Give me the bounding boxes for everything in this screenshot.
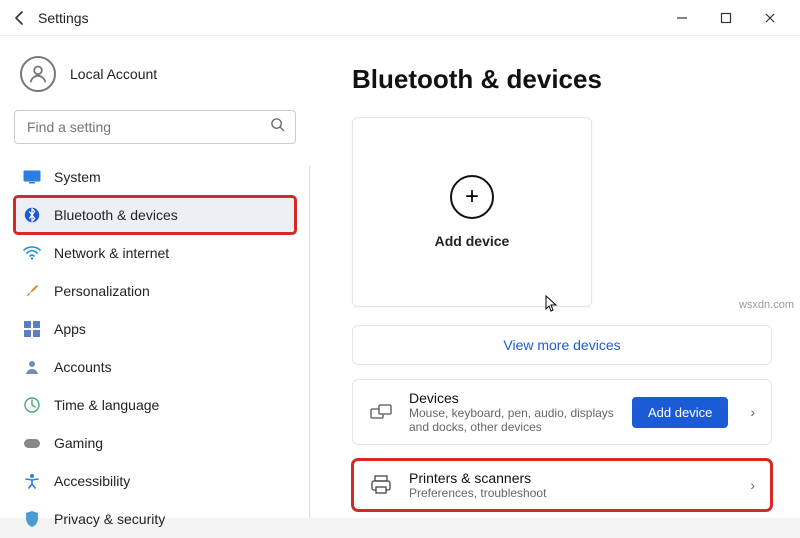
sidebar: Local Account System Bluetooth & devices xyxy=(0,36,310,518)
add-device-tile[interactable]: + Add device xyxy=(352,117,592,307)
main-panel: Bluetooth & devices + Add device View mo… xyxy=(310,36,800,518)
nav-gaming[interactable]: Gaming xyxy=(14,424,296,462)
nav-privacy[interactable]: Privacy & security xyxy=(14,500,296,538)
nav-list: System Bluetooth & devices Network & int… xyxy=(14,158,296,538)
nav-system[interactable]: System xyxy=(14,158,296,196)
chevron-right-icon[interactable]: › xyxy=(742,477,757,493)
nav-label: Accessibility xyxy=(54,473,130,489)
chevron-right-icon[interactable]: › xyxy=(742,404,757,420)
printers-scanners-card[interactable]: Printers & scanners Preferences, trouble… xyxy=(352,459,772,511)
account-header[interactable]: Local Account xyxy=(20,56,296,92)
nav-bluetooth[interactable]: Bluetooth & devices xyxy=(14,196,296,234)
maximize-button[interactable] xyxy=(704,3,748,33)
devices-subtitle: Mouse, keyboard, pen, audio, displays an… xyxy=(409,406,618,434)
nav-apps[interactable]: Apps xyxy=(14,310,296,348)
window-title: Settings xyxy=(38,10,660,26)
shield-icon xyxy=(22,509,42,529)
back-button[interactable] xyxy=(8,6,32,30)
devices-title: Devices xyxy=(409,390,618,406)
devices-icon xyxy=(367,403,395,421)
nav-label: Accounts xyxy=(54,359,112,375)
nav-label: Time & language xyxy=(54,397,159,413)
account-name: Local Account xyxy=(70,66,157,82)
apps-icon xyxy=(22,319,42,339)
clock-globe-icon xyxy=(22,395,42,415)
nav-label: Apps xyxy=(54,321,86,337)
search-input-container[interactable] xyxy=(14,110,296,144)
monitor-icon xyxy=(22,167,42,187)
nav-label: Gaming xyxy=(54,435,103,451)
nav-accessibility[interactable]: Accessibility xyxy=(14,462,296,500)
nav-label: System xyxy=(54,169,101,185)
titlebar: Settings xyxy=(0,0,800,36)
nav-personalization[interactable]: Personalization xyxy=(14,272,296,310)
watermark: wsxdn.com xyxy=(739,299,794,311)
printer-icon xyxy=(367,475,395,495)
wifi-icon xyxy=(22,243,42,263)
search-icon xyxy=(270,117,285,137)
devices-card[interactable]: Devices Mouse, keyboard, pen, audio, dis… xyxy=(352,379,772,445)
brush-icon xyxy=(22,281,42,301)
nav-accounts[interactable]: Accounts xyxy=(14,348,296,386)
search-input[interactable] xyxy=(25,118,270,136)
accessibility-icon xyxy=(22,471,42,491)
add-device-button[interactable]: Add device xyxy=(632,397,728,428)
view-more-devices-link[interactable]: View more devices xyxy=(352,325,772,365)
bluetooth-icon xyxy=(22,205,42,225)
nav-label: Personalization xyxy=(54,283,150,299)
printers-title: Printers & scanners xyxy=(409,470,728,486)
nav-label: Bluetooth & devices xyxy=(54,207,178,223)
plus-icon: + xyxy=(450,175,494,219)
printers-subtitle: Preferences, troubleshoot xyxy=(409,486,728,500)
nav-label: Network & internet xyxy=(54,245,169,261)
nav-network[interactable]: Network & internet xyxy=(14,234,296,272)
nav-label: Privacy & security xyxy=(54,511,165,527)
page-heading: Bluetooth & devices xyxy=(352,64,772,95)
settings-window: Settings Local Account xyxy=(0,0,800,518)
person-icon xyxy=(22,357,42,377)
nav-time[interactable]: Time & language xyxy=(14,386,296,424)
gaming-icon xyxy=(22,433,42,453)
add-device-label: Add device xyxy=(435,233,510,249)
close-button[interactable] xyxy=(748,3,792,33)
avatar-icon xyxy=(20,56,56,92)
minimize-button[interactable] xyxy=(660,3,704,33)
